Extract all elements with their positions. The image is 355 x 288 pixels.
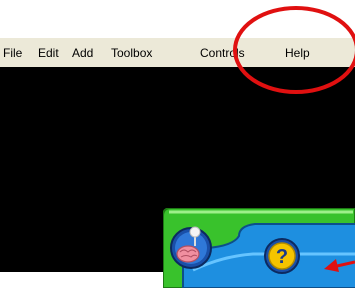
brain-button[interactable] (170, 226, 212, 269)
menu-edit[interactable]: Edit (38, 46, 59, 60)
tool-panel: ? (163, 208, 355, 288)
menu-controls[interactable]: Controls (200, 46, 245, 60)
menu-file[interactable]: File (3, 46, 22, 60)
menu-bar: File Edit Add Toolbox Controls Help (0, 38, 355, 67)
menu-help[interactable]: Help (285, 46, 310, 60)
menu-add[interactable]: Add (72, 46, 93, 60)
help-button[interactable]: ? (264, 238, 300, 274)
menu-toolbox[interactable]: Toolbox (111, 46, 152, 60)
question-mark-icon: ? (276, 246, 288, 268)
